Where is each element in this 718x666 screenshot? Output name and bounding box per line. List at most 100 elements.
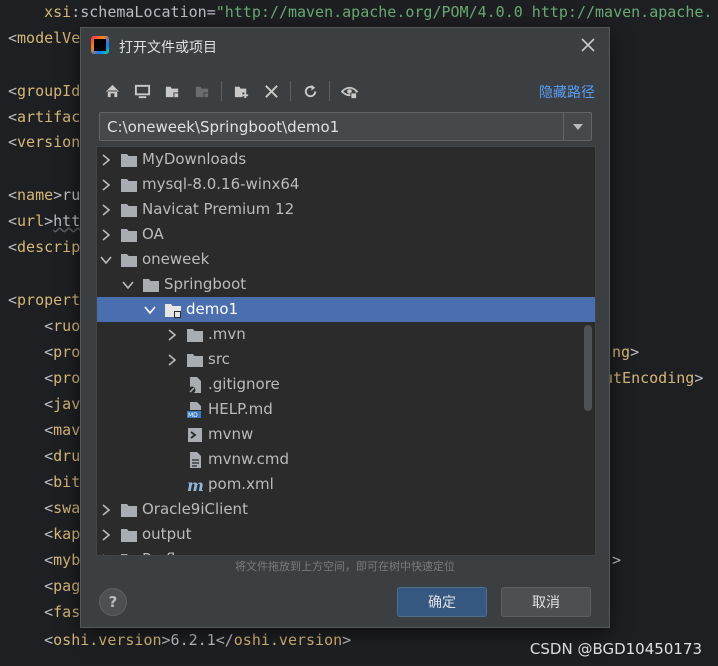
open-file-dialog: 打开文件或项目 隐藏路径 C:\oneweek\Springboot\demo1… [80,27,610,628]
tree-row-oneweek[interactable]: oneweek [97,247,595,272]
hide-path-link[interactable]: 隐藏路径 [539,82,595,102]
maven-file-icon: m [186,476,204,495]
dialog-title: 打开文件或项目 [119,40,217,56]
code-line: <pag [8,577,81,595]
code-line: > [612,551,622,569]
chevron-down-icon[interactable] [121,278,135,292]
chevron-right-icon[interactable] [165,328,179,342]
chevron-right-icon[interactable] [99,503,113,517]
gitignore-file-icon [186,376,204,394]
project-folder-button[interactable] [157,78,187,104]
tree-row-label: Navicat Premium 12 [142,200,295,218]
path-input[interactable]: C:\oneweek\Springboot\demo1 [107,118,339,136]
tree-row-mvnw-cmd[interactable]: mvnw.cmd [97,447,595,472]
folder-icon [120,226,138,244]
module-folder-button [187,78,217,104]
tree-row-gitignore[interactable]: .gitignore [97,372,595,397]
tree-row-oracle9iclient[interactable]: Oracle9iClient [97,497,595,522]
home-button[interactable] [97,78,127,104]
code-line: ng> [612,343,640,361]
toolbar-separator [290,81,291,101]
folder-icon [186,326,204,344]
tree-row-mydownloads[interactable]: MyDownloads [97,147,595,172]
file-tree[interactable]: Perfl output Oracle9iClient mpom.xml mvnw.cm… [96,146,596,556]
code-line: <propert [8,291,81,309]
tree-row-label: OA [142,225,164,243]
tree-row-output[interactable]: output [97,522,595,547]
project-folder-icon [165,86,179,98]
desktop-button[interactable] [127,78,157,104]
ok-button[interactable]: 确定 [397,587,487,617]
toolbar-separator [329,81,330,101]
dialog-titlebar[interactable]: 打开文件或项目 [81,28,609,64]
tree-row-perfl[interactable]: Perfl [97,547,595,555]
tree-row-label: .gitignore [208,375,280,393]
chevron-right-icon[interactable] [99,553,113,555]
desktop-icon [134,84,150,98]
chevron-down-icon[interactable] [99,253,113,267]
new-folder-button[interactable] [226,78,256,104]
tree-row-label: HELP.md [208,400,273,418]
code-line: <bit [8,473,81,491]
show-hidden-button[interactable] [334,78,364,104]
code-line: <groupId [8,82,81,100]
chevron-down-icon[interactable] [143,303,157,317]
code-line: <ruo [8,317,81,335]
code-line: <fas [8,603,81,621]
chevron-right-icon[interactable] [99,228,113,242]
code-line: <dru [8,447,81,465]
tree-row-navicat-premium-12[interactable]: Navicat Premium 12 [97,197,595,222]
path-dropdown-button[interactable] [563,113,591,140]
tree-row-demo1[interactable]: demo1 [97,297,595,322]
tree-row-label: mvnw.cmd [208,450,290,468]
code-line: <name>ru [8,186,81,204]
tree-row-src[interactable]: src [97,347,595,372]
code-line: <pro [8,369,81,387]
svg-text:m: m [187,476,204,494]
home-icon [105,84,119,97]
toolbar-separator [221,81,222,101]
tree-row-mvn[interactable]: .mvn [97,322,595,347]
tree-row-label: output [142,525,192,543]
code-line: <pro [8,343,81,361]
tree-row-mysql-8-0-16-winx64[interactable]: mysql-8.0.16-winx64 [97,172,595,197]
help-button[interactable]: ? [99,588,127,616]
tree-row-label: MyDownloads [142,150,247,168]
folder-icon [120,501,138,519]
chevron-right-icon[interactable] [165,353,179,367]
delete-icon [264,84,278,98]
tree-row-oa[interactable]: OA [97,222,595,247]
folder-icon [120,176,138,194]
cancel-button[interactable]: 取消 [501,587,591,617]
folder-icon [186,351,204,369]
module-folder-icon [164,301,182,319]
tree-row-pom-xml[interactable]: m pom.xml [97,472,595,497]
chevron-right-icon[interactable] [99,153,113,167]
code-line: <mav [8,421,81,439]
chevron-right-icon[interactable] [99,528,113,542]
chevron-right-icon[interactable] [99,178,113,192]
tree-row-mvnw[interactable]: mvnw [97,422,595,447]
tree-row-label: mvnw [208,425,254,443]
code-line: <modelVe [8,29,81,47]
delete-button[interactable] [256,78,286,104]
tree-row-label: pom.xml [208,475,274,493]
refresh-icon [304,84,316,97]
chevron-down-icon [572,123,583,130]
folder-icon [120,551,138,555]
tree-row-springboot[interactable]: Springboot [97,272,595,297]
tree-row-label: demo1 [186,300,239,318]
chevron-right-icon[interactable] [99,203,113,217]
shell-file-icon [186,426,204,444]
tree-row-label: Springboot [164,275,247,293]
close-button[interactable] [577,34,599,56]
tree-row-label: oneweek [142,250,210,268]
tree-row-help-md[interactable]: MD HELP.md [97,397,595,422]
tree-scrollbar[interactable] [584,325,592,411]
folder-icon [120,201,138,219]
code-line: <url>htt [8,212,81,230]
folder-icon [120,526,138,544]
path-combobox[interactable]: C:\oneweek\Springboot\demo1 [99,112,592,141]
refresh-button[interactable] [295,78,325,104]
tree-row-label: Oracle9iClient [142,500,248,518]
